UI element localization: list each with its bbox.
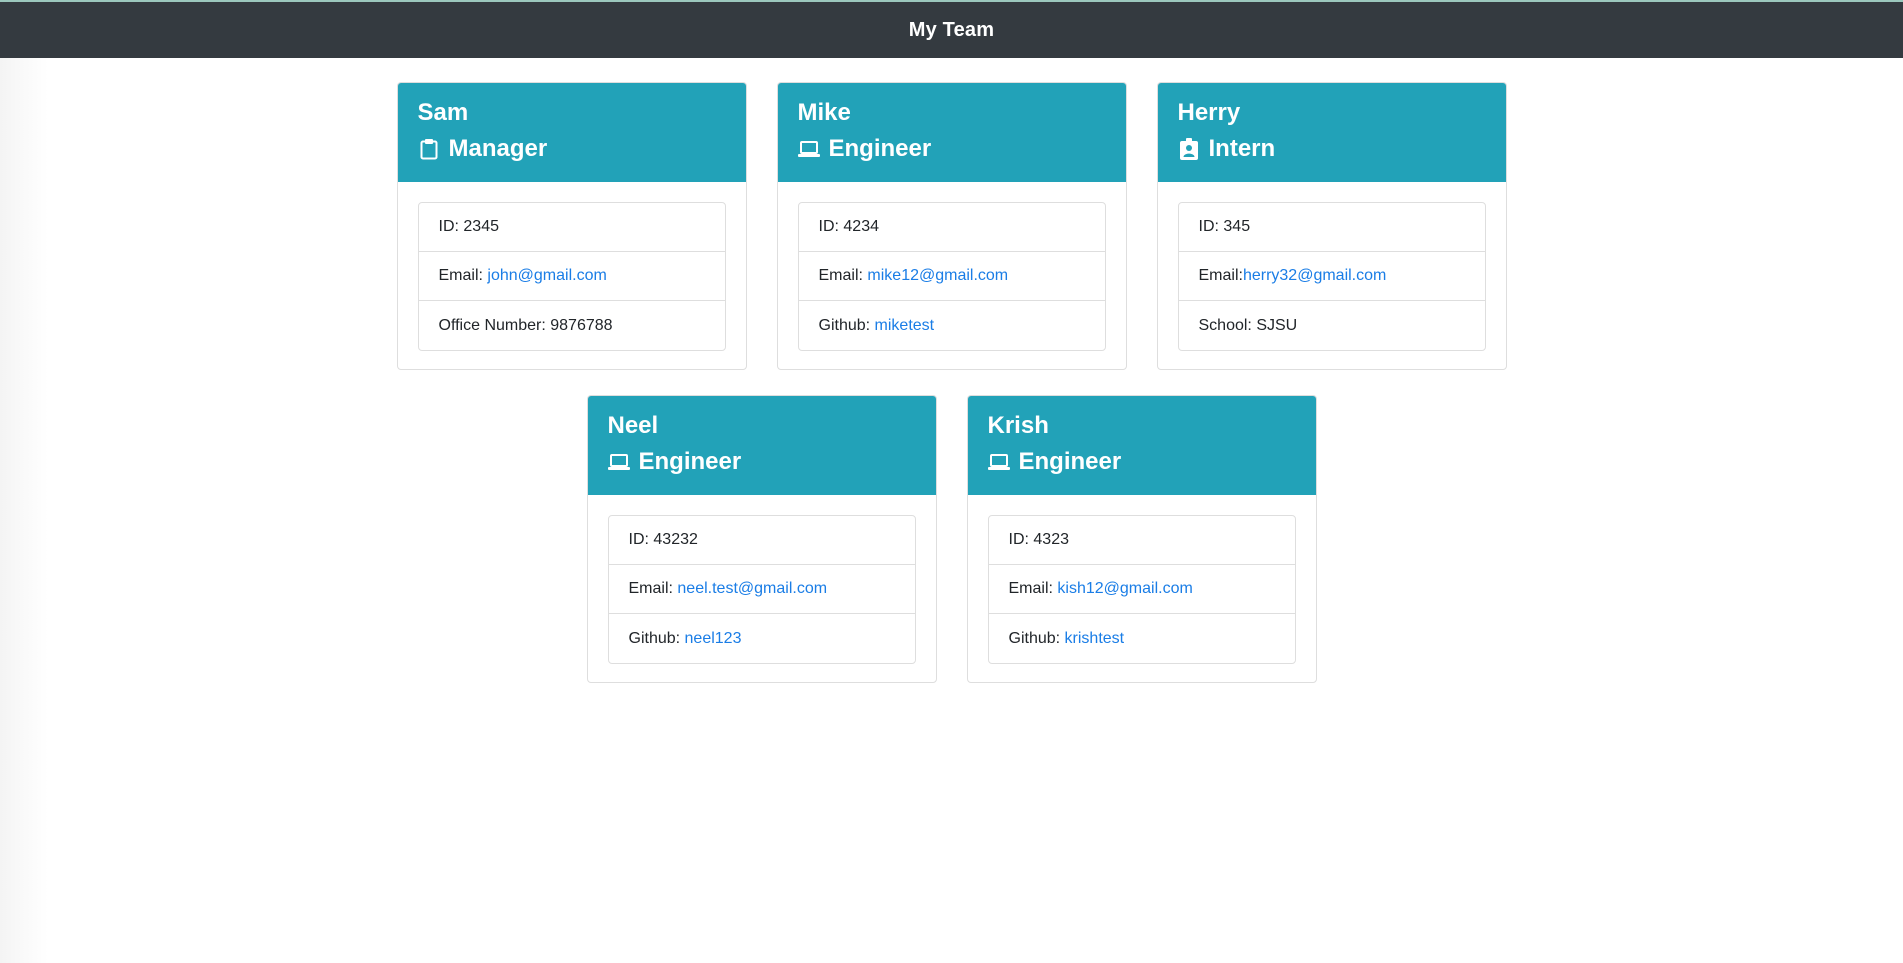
employee-role: Engineer — [797, 133, 1106, 165]
card-header: Neel Engineer — [587, 396, 936, 495]
email-link[interactable]: mike12@gmail.com — [867, 267, 1008, 285]
info-list: ID: 43232 Email: neel.test@gmail.com Git… — [607, 515, 916, 664]
github-link[interactable]: miketest — [875, 317, 935, 335]
email-label: Email: — [438, 267, 488, 284]
email-label: Email: — [818, 267, 868, 284]
employee-role: Engineer — [987, 446, 1296, 478]
employee-name: Mike — [797, 99, 851, 126]
employee-role: Intern — [1178, 133, 1486, 165]
github-row: Github: krishtest — [989, 614, 1295, 663]
email-label: Email: — [628, 580, 678, 597]
info-list: ID: 4323 Email: kish12@gmail.com Github:… — [987, 515, 1296, 664]
employee-role: Manager — [418, 133, 726, 165]
employee-role-label: Engineer — [1018, 448, 1122, 475]
laptop-icon — [987, 450, 1010, 474]
employee-id: ID: 4323 — [988, 516, 1295, 565]
employee-name: Herry — [1177, 99, 1241, 126]
employee-id: ID: 2345 — [418, 203, 725, 252]
card-body: ID: 43232 Email: neel.test@gmail.com Git… — [588, 495, 936, 682]
id-badge-icon — [1178, 137, 1200, 161]
info-list: ID: 345 Email: herry32@gmail.com School:… — [1177, 202, 1486, 351]
github-link[interactable]: neel123 — [685, 630, 742, 648]
laptop-icon — [797, 137, 820, 161]
employee-role: Engineer — [607, 446, 916, 478]
card-body: ID: 345 Email: herry32@gmail.com School:… — [1158, 182, 1506, 369]
employee-name: Sam — [417, 99, 469, 126]
team-cards: Sam Manager ID: 2345 Email: john@gmail.c… — [0, 82, 1903, 683]
email-label: Email: — [1198, 267, 1243, 284]
page-title: My Team — [908, 18, 995, 41]
employee-card: Herry Intern ID: 345 Email: herry32@gmai… — [1156, 82, 1507, 370]
github-label: Github: — [1008, 629, 1065, 647]
employee-card: Krish Engineer ID: 4323 Email: kish12@gm… — [966, 395, 1317, 683]
info-list: ID: 2345 Email: john@gmail.com Office Nu… — [417, 202, 726, 351]
card-body: ID: 4234 Email: mike12@gmail.com Github:… — [778, 182, 1126, 369]
employee-card: Neel Engineer ID: 43232 Email: neel.test… — [586, 395, 937, 683]
github-label: Github: — [818, 316, 875, 334]
email-link[interactable]: herry32@gmail.com — [1243, 267, 1386, 285]
card-header: Mike Engineer — [777, 83, 1126, 182]
office-number: Office Number: 9876788 — [438, 316, 613, 334]
clipboard-icon — [418, 137, 440, 161]
info-list: ID: 4234 Email: mike12@gmail.com Github:… — [797, 202, 1106, 351]
employee-role-label: Engineer — [638, 448, 742, 475]
employee-role-label: Engineer — [828, 135, 932, 162]
employee-email-row: Email: john@gmail.com — [418, 252, 725, 301]
card-header: Herry Intern — [1157, 83, 1506, 182]
employee-id: ID: 4234 — [798, 203, 1105, 252]
employee-card: Sam Manager ID: 2345 Email: john@gmail.c… — [396, 82, 747, 370]
navbar: My Team — [0, 2, 1903, 58]
email-label: Email: — [1008, 580, 1058, 597]
card-body: ID: 4323 Email: kish12@gmail.com Github:… — [968, 495, 1316, 682]
employee-email-row: Email: herry32@gmail.com — [1178, 252, 1485, 301]
employee-email-row: Email: neel.test@gmail.com — [608, 565, 915, 614]
card-header: Sam Manager — [397, 83, 746, 182]
email-link[interactable]: kish12@gmail.com — [1057, 580, 1192, 598]
card-header: Krish Engineer — [967, 396, 1316, 495]
card-body: ID: 2345 Email: john@gmail.com Office Nu… — [398, 182, 746, 369]
employee-name: Krish — [987, 412, 1049, 439]
employee-email-row: Email: kish12@gmail.com — [988, 565, 1295, 614]
github-row: Github: miketest — [799, 301, 1105, 350]
github-label: Github: — [628, 629, 685, 647]
github-row: Github: neel123 — [609, 614, 915, 663]
employee-card: Mike Engineer ID: 4234 Email: mike12@gma… — [776, 82, 1127, 370]
school-row: School: SJSU — [1198, 316, 1298, 334]
laptop-icon — [607, 450, 630, 474]
employee-id: ID: 43232 — [608, 516, 915, 565]
github-link[interactable]: krishtest — [1065, 630, 1125, 648]
employee-name: Neel — [607, 412, 659, 439]
employee-role-label: Intern — [1208, 135, 1276, 162]
employee-email-row: Email: mike12@gmail.com — [798, 252, 1105, 301]
email-link[interactable]: neel.test@gmail.com — [677, 580, 827, 598]
email-link[interactable]: john@gmail.com — [487, 267, 606, 285]
employee-id: ID: 345 — [1178, 203, 1485, 252]
employee-role-label: Manager — [448, 135, 548, 162]
